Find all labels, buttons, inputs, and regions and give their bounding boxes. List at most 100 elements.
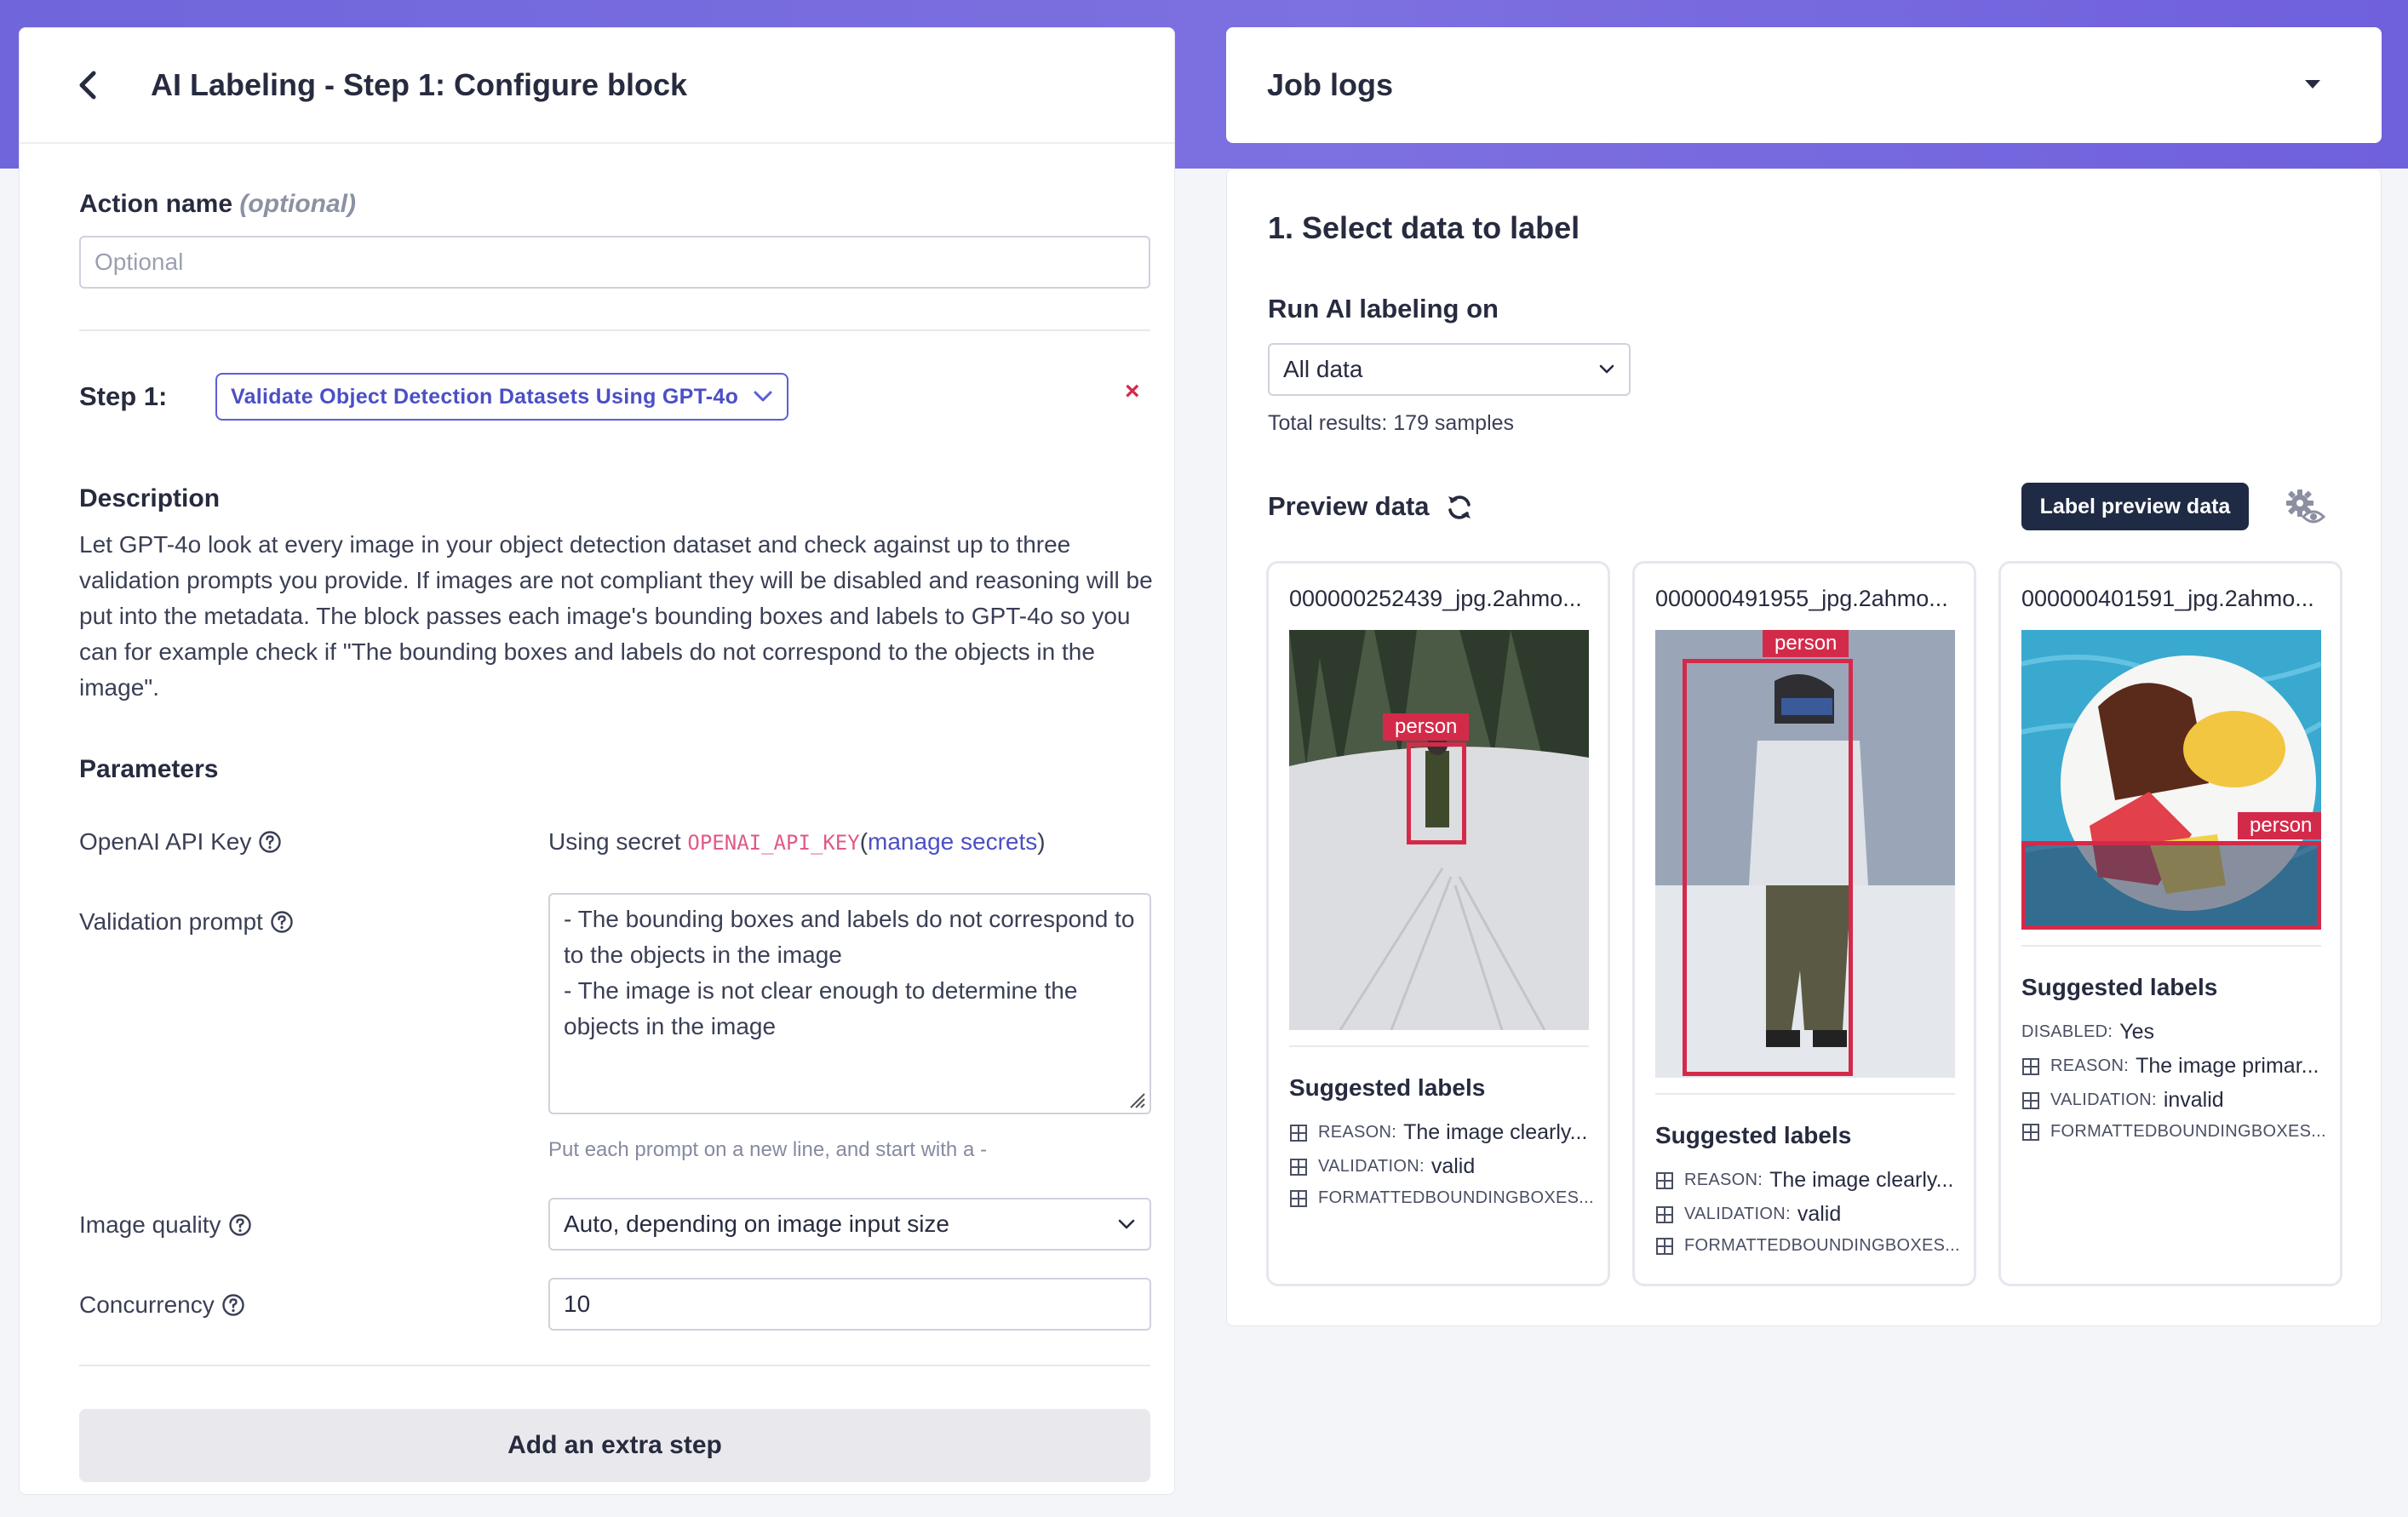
table-icon	[1656, 1205, 1673, 1223]
preview-title: Preview data	[1268, 491, 1430, 521]
api-key-label: OpenAI API Key	[79, 828, 282, 856]
bounding-box	[1407, 742, 1466, 844]
help-icon[interactable]	[270, 910, 294, 934]
attribute-value: invalid	[2163, 1088, 2224, 1112]
back-button[interactable]	[62, 60, 113, 111]
run-on-select[interactable]: All data	[1268, 343, 1631, 396]
run-on-label: Run AI labeling on	[1268, 294, 1499, 323]
job-logs-title: Job logs	[1267, 67, 1394, 102]
attribute-key: VALIDATION:	[2050, 1091, 2157, 1109]
action-name-label: Action name (optional)	[79, 190, 356, 219]
validation-prompt-textarea[interactable]: - The bounding boxes and labels do not c…	[548, 893, 1151, 1114]
description-title: Description	[79, 484, 221, 512]
suggested-labels-title: Suggested labels	[2021, 974, 2218, 1000]
bbox-label: person	[1763, 630, 1849, 657]
add-extra-step-button[interactable]: Add an extra step	[79, 1409, 1150, 1482]
attribute-key: REASON:	[1684, 1171, 1763, 1189]
attribute-row: VALIDATION: valid	[1655, 1202, 1958, 1227]
attribute-row: FORMATTEDBOUNDINGBOXES...	[1655, 1236, 1958, 1256]
attribute-key: VALIDATION:	[1318, 1157, 1425, 1176]
section-title: 1. Select data to label	[1268, 210, 1580, 245]
preview-card[interactable]: 000000401591_jpg.2ahmo... person Suggest…	[1998, 561, 2342, 1286]
panel-header: AI Labeling - Step 1: Configure block	[20, 28, 1174, 144]
step-block-select[interactable]: Validate Object Detection Datasets Using…	[215, 373, 788, 421]
attribute-key: DISABLED:	[2021, 1022, 2113, 1041]
step-label: Step 1:	[79, 381, 168, 411]
resize-handle-icon[interactable]	[1126, 1089, 1146, 1109]
label-preview-button[interactable]: Label preview data	[2021, 483, 2249, 530]
gear-eye-icon[interactable]	[2285, 488, 2327, 527]
table-icon	[1656, 1237, 1673, 1255]
chevron-down-icon	[1118, 1219, 1135, 1229]
attribute-row: DISABLED: Yes	[2021, 1020, 2325, 1045]
attribute-row: VALIDATION: valid	[1289, 1154, 1592, 1179]
run-on-value: All data	[1283, 356, 1363, 382]
preview-image: person	[1289, 630, 1589, 1030]
chevron-down-icon	[754, 391, 772, 402]
concurrency-value: 10	[564, 1291, 591, 1317]
attribute-key: REASON:	[2050, 1056, 2130, 1075]
secret-name: OPENAI_API_KEY	[687, 831, 860, 855]
concurrency-label: Concurrency	[79, 1291, 245, 1319]
attribute-row: FORMATTEDBOUNDINGBOXES...	[1289, 1188, 1592, 1208]
attribute-key: FORMATTEDBOUNDINGBOXES...	[1318, 1188, 1592, 1207]
api-key-prefix: Using secret	[548, 828, 681, 855]
table-icon	[2022, 1123, 2039, 1141]
select-data-panel: 1. Select data to label Run AI labeling …	[1226, 169, 2382, 1326]
help-icon[interactable]	[228, 1213, 252, 1237]
table-icon	[1290, 1189, 1307, 1207]
action-name-label-text: Action name	[79, 190, 233, 218]
job-logs-panel[interactable]: Job logs	[1226, 27, 2382, 143]
caret-down-icon[interactable]	[2303, 78, 2322, 90]
attribute-row: REASON: The image primar...	[2021, 1054, 2325, 1079]
configure-block-panel: AI Labeling - Step 1: Configure block Ac…	[19, 27, 1175, 1495]
preview-card[interactable]: 000000252439_jpg.2ahmo... person Suggest…	[1266, 561, 1610, 1286]
description-text: Let GPT-4o look at every image in your o…	[79, 531, 1153, 701]
bounding-box	[2021, 841, 2321, 930]
optional-hint: (optional)	[239, 190, 357, 218]
attribute-key: FORMATTEDBOUNDINGBOXES...	[2050, 1122, 2325, 1141]
attribute-value: The image primar...	[2136, 1054, 2319, 1078]
concurrency-input[interactable]: 10	[548, 1278, 1151, 1331]
step-block-value: Validate Object Detection Datasets Using…	[231, 384, 739, 409]
attribute-row: REASON: The image clearly...	[1289, 1120, 1592, 1145]
chevron-down-icon	[1599, 364, 1614, 374]
attribute-row: VALIDATION: invalid	[2021, 1088, 2325, 1113]
preview-image: person	[1655, 630, 1955, 1078]
concurrency-label-text: Concurrency	[79, 1291, 215, 1318]
attribute-value: valid	[1797, 1202, 1842, 1226]
help-icon[interactable]	[221, 1293, 245, 1317]
suggested-labels-title: Suggested labels	[1655, 1122, 1852, 1148]
api-key-label-text: OpenAI API Key	[79, 828, 252, 855]
card-filename: 000000401591_jpg.2ahmo...	[2021, 586, 2314, 611]
manage-secrets-link[interactable]: manage secrets	[868, 828, 1037, 855]
divider	[79, 329, 1150, 331]
divider	[1655, 1093, 1955, 1095]
help-icon[interactable]	[258, 830, 282, 854]
table-icon	[2022, 1091, 2039, 1109]
attribute-row: REASON: The image clearly...	[1655, 1168, 1958, 1193]
remove-step-button[interactable]: ×	[1125, 377, 1140, 406]
validation-hint: Put each prompt on a new line, and start…	[548, 1138, 987, 1161]
preview-image: person	[2021, 630, 2321, 930]
attribute-key: VALIDATION:	[1684, 1205, 1791, 1223]
action-name-placeholder: Optional	[95, 249, 184, 275]
parameters-title: Parameters	[79, 755, 219, 783]
attribute-row: FORMATTEDBOUNDINGBOXES...	[2021, 1122, 2325, 1142]
table-icon	[1290, 1158, 1307, 1176]
card-filename: 000000252439_jpg.2ahmo...	[1289, 586, 1582, 611]
refresh-icon[interactable]	[1445, 493, 1474, 522]
bbox-label: person	[1383, 713, 1470, 741]
bbox-label: person	[2238, 812, 2321, 839]
image-quality-select[interactable]: Auto, depending on image input size	[548, 1198, 1151, 1251]
action-name-input[interactable]: Optional	[79, 236, 1150, 289]
image-quality-value: Auto, depending on image input size	[564, 1211, 949, 1237]
table-icon	[1290, 1124, 1307, 1142]
table-icon	[1656, 1171, 1673, 1189]
divider	[79, 1365, 1150, 1366]
paren-close: )	[1037, 828, 1046, 855]
attribute-value: Yes	[2119, 1020, 2154, 1044]
preview-card[interactable]: 000000491955_jpg.2ahmo... person Suggest…	[1632, 561, 1976, 1286]
image-quality-label: Image quality	[79, 1211, 252, 1239]
table-icon	[2022, 1057, 2039, 1075]
